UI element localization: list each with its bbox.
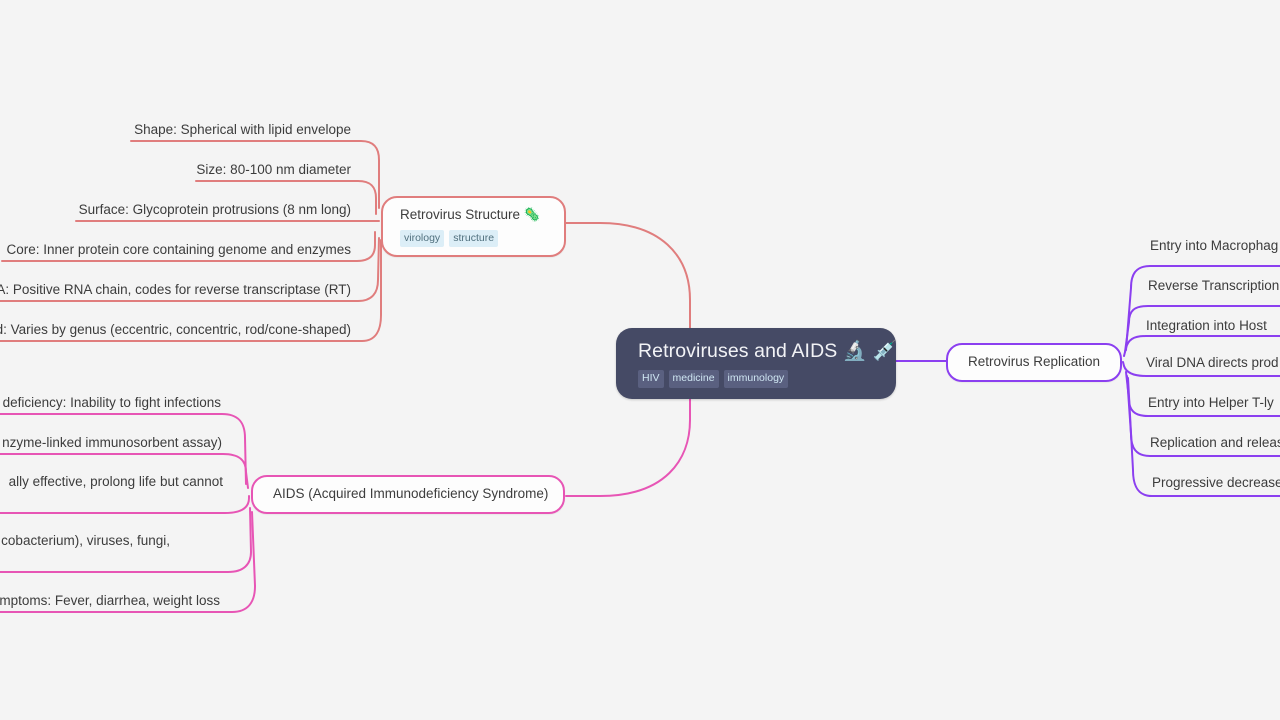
branch-node-retrovirus-structure[interactable]: Retrovirus Structure 🦠 virology structur… xyxy=(381,196,566,258)
leaf-replication-4[interactable]: Entry into Helper T-ly xyxy=(1148,393,1274,413)
branch-title-aids: AIDS (Acquired Immunodeficiency Syndrome… xyxy=(273,486,549,501)
leaf-replication-6[interactable]: Progressive decrease xyxy=(1152,473,1280,493)
leaf-replication-0[interactable]: Entry into Macrophag xyxy=(1150,236,1278,256)
leaf-structure-1[interactable]: Size: 80-100 nm diameter xyxy=(0,160,351,180)
leaf-replication-1[interactable]: Reverse Transcription xyxy=(1148,276,1279,296)
tag-immunology[interactable]: immunology xyxy=(723,370,789,388)
branch-title-structure: Retrovirus Structure 🦠 xyxy=(400,207,541,222)
leaf-structure-3[interactable]: Core: Inner protein core containing geno… xyxy=(0,240,351,260)
leaf-replication-5[interactable]: Replication and releas xyxy=(1150,433,1280,453)
central-node-tags: HIV medicine immunology xyxy=(638,370,876,388)
leaf-replication-2[interactable]: Integration into Host xyxy=(1146,316,1267,336)
tag-medicine[interactable]: medicine xyxy=(668,370,719,388)
central-node-title: Retroviruses and AIDS 🔬 💉 xyxy=(638,340,898,362)
tag-virology[interactable]: virology xyxy=(400,229,445,248)
leaf-aids-1[interactable]: nzyme-linked immunosorbent assay) xyxy=(0,433,222,453)
leaf-aids-0[interactable]: deficiency: Inability to fight infection… xyxy=(0,393,221,413)
tag-structure[interactable]: structure xyxy=(449,229,499,248)
branch-title-replication: Retrovirus Replication xyxy=(967,354,1101,369)
leaf-aids-4[interactable]: mptoms: Fever, diarrhea, weight loss xyxy=(0,591,220,611)
leaf-structure-5[interactable]: d: Varies by genus (eccentric, concentri… xyxy=(0,320,351,340)
leaf-structure-4[interactable]: NA: Positive RNA chain, codes for revers… xyxy=(0,280,351,300)
branch-node-aids[interactable]: AIDS (Acquired Immunodeficiency Syndrome… xyxy=(251,475,565,514)
leaf-aids-3[interactable]: cobacterium), viruses, fungi, xyxy=(0,531,170,551)
leaf-structure-0[interactable]: Shape: Spherical with lipid envelope xyxy=(0,120,351,140)
tag-hiv[interactable]: HIV xyxy=(638,370,664,388)
branch-tags-structure: virology structure xyxy=(400,229,552,248)
link-center-aids xyxy=(565,392,691,497)
leaf-aids-2[interactable]: ally effective, prolong life but cannot xyxy=(0,472,223,492)
central-node[interactable]: Retroviruses and AIDS 🔬 💉 HIV medicine i… xyxy=(616,328,898,399)
leaf-link-aids-2 xyxy=(0,495,250,514)
mindmap-canvas: Retroviruses and AIDS 🔬 💉 HIV medicine i… xyxy=(0,0,1280,720)
link-center-structure xyxy=(565,222,691,331)
leaf-replication-3[interactable]: Viral DNA directs prod xyxy=(1146,353,1279,373)
branch-node-retrovirus-replication[interactable]: Retrovirus Replication xyxy=(946,343,1122,382)
leaf-structure-2[interactable]: Surface: Glycoprotein protrusions (8 nm … xyxy=(0,200,351,220)
